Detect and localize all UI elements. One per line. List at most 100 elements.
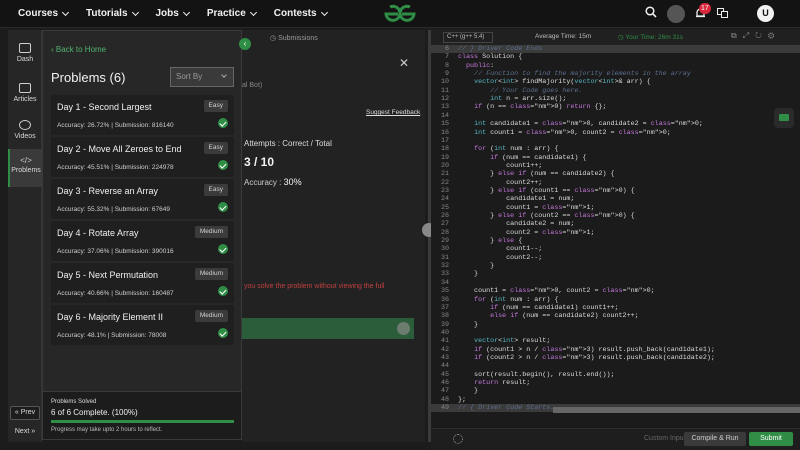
arrow-right-icon[interactable] bbox=[397, 322, 410, 335]
reset-icon[interactable]: ↻ bbox=[755, 31, 768, 40]
close-icon[interactable]: ✕ bbox=[399, 56, 409, 70]
rail-item-articles[interactable]: Articles bbox=[8, 83, 42, 103]
code-line[interactable]: 30 count1--; bbox=[431, 245, 800, 253]
green-banner[interactable] bbox=[242, 318, 414, 339]
problem-card[interactable]: Day 2 - Move All Zeroes to End Easy Accu… bbox=[51, 137, 234, 177]
code-line[interactable]: 32 } bbox=[431, 262, 800, 270]
code-line[interactable]: 29 } else { bbox=[431, 237, 800, 245]
code-line[interactable]: 45 sort(result.begin(), result.end()); bbox=[431, 371, 800, 379]
problem-card[interactable]: Day 4 - Rotate Array Medium Accuracy: 37… bbox=[51, 221, 234, 261]
next-button[interactable]: Next » bbox=[10, 426, 40, 440]
code-line[interactable]: 35 count1 = class="nm">0, count2 = class… bbox=[431, 287, 800, 295]
copy-icon[interactable]: ⧉ bbox=[731, 31, 743, 40]
sort-by-select[interactable]: Sort By bbox=[170, 67, 234, 87]
code-line[interactable]: 24 candidate1 = num; bbox=[431, 195, 800, 203]
rail-item-videos[interactable]: Videos bbox=[8, 120, 42, 140]
rail-item-dash[interactable]: Dash bbox=[8, 43, 42, 63]
theme-toggle-button[interactable] bbox=[667, 5, 685, 23]
code-line[interactable]: 39 } bbox=[431, 321, 800, 329]
code-line[interactable]: 10 vector<int> findMajority(vector<int>&… bbox=[431, 78, 800, 86]
chevron-down-icon bbox=[221, 72, 227, 78]
code-line[interactable]: 46 return result; bbox=[431, 379, 800, 387]
code-line[interactable]: 18 for (int num : arr) { bbox=[431, 145, 800, 153]
problems-solved-box: Problems Solved 6 of 6 Complete. (100%) … bbox=[43, 391, 241, 439]
back-to-home-link[interactable]: ‹ Back to Home bbox=[51, 45, 106, 54]
translate-icon[interactable] bbox=[717, 8, 728, 18]
code-line[interactable]: 33 } bbox=[431, 270, 800, 278]
settings-gear-icon[interactable] bbox=[453, 434, 463, 444]
line-number: 20 bbox=[440, 161, 449, 170]
code-line[interactable]: 16 int count1 = class="nm">0, count2 = c… bbox=[431, 129, 800, 137]
code-line[interactable]: 6 // } Driver Code Ends bbox=[431, 45, 800, 54]
code-line[interactable]: 12 int n = arr.size(); bbox=[431, 95, 800, 103]
code-text: } bbox=[458, 387, 479, 396]
code-line[interactable]: 13 if (n == class="nm">0) return {}; bbox=[431, 103, 800, 111]
code-line[interactable]: 8 public: bbox=[431, 62, 800, 70]
code-line[interactable]: 22 count2++; bbox=[431, 179, 800, 187]
editor-footer: Custom Input Compile & Run Submit bbox=[431, 428, 800, 450]
code-line[interactable]: 38 else if (num == candidate2) count2++; bbox=[431, 312, 800, 320]
suggest-feedback-link[interactable]: Suggest Feedback bbox=[366, 109, 420, 116]
gfg-logo[interactable] bbox=[382, 3, 418, 25]
difficulty-badge: Easy bbox=[203, 100, 228, 112]
code-line[interactable]: 7 class Solution { bbox=[431, 53, 800, 61]
code-line[interactable]: 37 if (num == candidate1) count1++; bbox=[431, 304, 800, 312]
problem-card[interactable]: Day 6 - Majority Element II Medium Accur… bbox=[51, 305, 234, 345]
code-line[interactable]: 28 count2 = class="nm">1; bbox=[431, 229, 800, 237]
code-line[interactable]: 17 bbox=[431, 137, 800, 145]
submit-button[interactable]: Submit bbox=[749, 432, 793, 446]
code-line[interactable]: 43 if (count2 > n / class="nm">3) result… bbox=[431, 354, 800, 362]
problem-card[interactable]: Day 5 - Next Permutation Medium Accuracy… bbox=[51, 263, 234, 303]
code-text: vector<int> result; bbox=[474, 337, 551, 346]
line-number: 30 bbox=[440, 245, 449, 254]
language-select[interactable]: C++ (g++ 5.4) bbox=[443, 32, 493, 43]
rail-item-problems[interactable]: </> Problems bbox=[8, 149, 42, 187]
code-line[interactable]: 25 count1 = class="nm">1; bbox=[431, 204, 800, 212]
code-text: for (int num : arr) { bbox=[474, 145, 559, 154]
problem-card[interactable]: Day 3 - Reverse an Array Easy Accuracy: … bbox=[51, 179, 234, 219]
check-icon bbox=[218, 202, 228, 212]
code-text: int candidate1 = class="nm">0, candidate… bbox=[474, 120, 703, 129]
settings-icon[interactable]: ⚙ bbox=[768, 31, 780, 40]
code-line[interactable]: 36 for (int num : arr) { bbox=[431, 296, 800, 304]
user-avatar[interactable]: U bbox=[757, 5, 774, 22]
horizontal-scrollbar[interactable] bbox=[553, 407, 800, 413]
code-line[interactable]: 11 // Your Code goes here. bbox=[431, 87, 800, 95]
chevron-down-icon bbox=[249, 8, 257, 16]
code-line[interactable]: 14 bbox=[431, 112, 800, 120]
nav-contests[interactable]: Contests bbox=[274, 8, 328, 19]
code-text: if (count2 > n / class="nm">3) result.pu… bbox=[474, 353, 715, 362]
code-line[interactable]: 15 int candidate1 = class="nm">0, candid… bbox=[431, 120, 800, 128]
nav-tutorials[interactable]: Tutorials bbox=[86, 8, 139, 19]
prev-button[interactable]: « Prev bbox=[10, 406, 40, 420]
compile-run-button[interactable]: Compile & Run bbox=[684, 432, 746, 446]
custom-input-toggle[interactable]: Custom Input bbox=[644, 435, 686, 442]
code-line[interactable]: 44 bbox=[431, 362, 800, 370]
problem-card[interactable]: Day 1 - Second Largest Easy Accuracy: 26… bbox=[51, 95, 234, 135]
search-icon[interactable] bbox=[645, 6, 657, 18]
nav-jobs[interactable]: Jobs bbox=[156, 8, 190, 19]
nav-courses[interactable]: Courses bbox=[18, 8, 70, 19]
code-line[interactable]: 19 if (num == candidate1) { bbox=[431, 154, 800, 162]
collapse-panel-button[interactable]: ‹ bbox=[239, 38, 251, 50]
fullscreen-icon[interactable]: ⤢ bbox=[743, 31, 755, 40]
top-navigation-bar: Courses Tutorials Jobs Practice Contests… bbox=[0, 0, 800, 28]
code-line[interactable]: 31 count2--; bbox=[431, 254, 800, 262]
code-line[interactable]: 9 // Function to find the majority eleme… bbox=[431, 70, 800, 78]
code-line[interactable]: 47 } bbox=[431, 387, 800, 395]
line-number: 25 bbox=[440, 203, 449, 212]
code-line[interactable]: 40 bbox=[431, 329, 800, 337]
nav-practice[interactable]: Practice bbox=[206, 8, 257, 19]
code-line[interactable]: 34 bbox=[431, 279, 800, 287]
code-line[interactable]: 42 if (count1 > n / class="nm">3) result… bbox=[431, 346, 800, 354]
code-line[interactable]: 48}; bbox=[431, 396, 800, 404]
code-line[interactable]: 20 count1++; bbox=[431, 162, 800, 170]
nav-practice-label: Practice bbox=[206, 8, 246, 19]
code-line[interactable]: 26 } else if (count2 == class="nm">0) { bbox=[431, 212, 800, 220]
code-line[interactable]: 21 } else if (num == candidate2) { bbox=[431, 170, 800, 178]
chat-icon[interactable] bbox=[774, 108, 794, 128]
code-line[interactable]: 23 } else if (count1 == class="nm">0) { bbox=[431, 187, 800, 195]
tab-submissions[interactable]: ◷ Submissions bbox=[270, 34, 318, 42]
code-line[interactable]: 41 vector<int> result; bbox=[431, 337, 800, 345]
code-line[interactable]: 27 candidate2 = num; bbox=[431, 220, 800, 228]
